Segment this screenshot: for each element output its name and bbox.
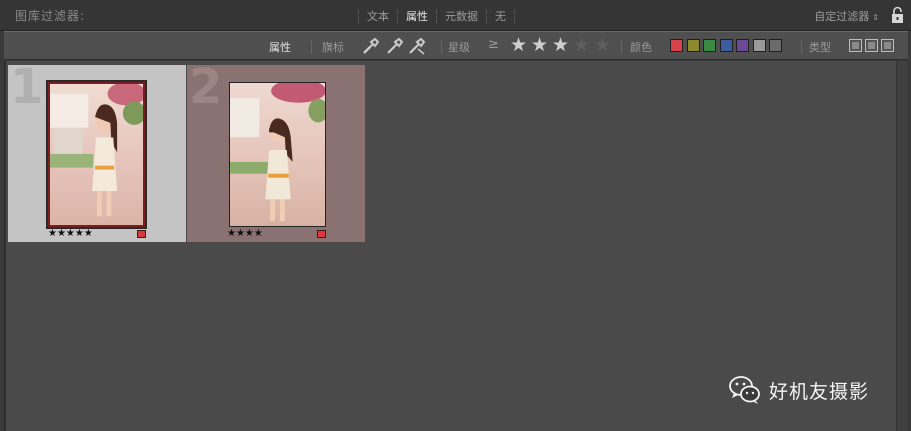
color-swatch-3[interactable]	[703, 39, 716, 52]
divider	[801, 40, 802, 53]
color-swatch-5[interactable]	[736, 39, 749, 52]
photo-thumbnail[interactable]	[48, 82, 145, 227]
flag-label: 旗标	[322, 41, 344, 54]
photo-image	[50, 84, 143, 225]
tab-metadata[interactable]: 元数据	[445, 8, 478, 24]
color-swatch-4[interactable]	[719, 39, 733, 52]
tab-divider	[436, 9, 437, 23]
type-label: 类型	[809, 41, 831, 54]
type-video-icon[interactable]	[881, 39, 894, 52]
watermark-text: 好机友摄影	[769, 380, 870, 403]
wechat-icon	[729, 376, 760, 404]
color-label: 颜色	[630, 41, 652, 54]
grid-cell[interactable]: 1 ★★★★★	[8, 59, 186, 242]
rating-star-4[interactable]: ★	[573, 34, 590, 56]
type-virtual-copy-icon[interactable]	[865, 39, 878, 52]
cell-index: 2	[189, 59, 223, 115]
grid-scrollbar[interactable]	[896, 61, 907, 431]
tab-none[interactable]: 无	[495, 8, 506, 24]
photo-color-label[interactable]	[137, 230, 146, 238]
rating-star-3[interactable]: ★	[552, 34, 569, 56]
photo-color-label[interactable]	[317, 230, 326, 238]
tab-divider	[486, 9, 487, 23]
photo-rating-stars[interactable]: ★★★★	[227, 228, 263, 239]
divider	[621, 40, 622, 53]
tab-attribute[interactable]: 属性	[406, 8, 428, 24]
watermark: 好机友摄影	[729, 375, 869, 405]
color-swatch-7[interactable]	[769, 39, 782, 52]
rating-label: 星级	[448, 41, 470, 54]
divider	[441, 40, 442, 53]
color-swatch-2[interactable]	[686, 39, 700, 52]
color-swatch-6[interactable]	[752, 39, 766, 52]
attribute-filter-bar: 属性 旗标 星级 ≥ ★ ★ ★ ★ ★ 颜色 类型	[4, 31, 908, 60]
flag-unflagged-icon[interactable]	[385, 36, 405, 56]
rating-star-5[interactable]: ★	[594, 34, 611, 56]
photo-rating-stars[interactable]: ★★★★★	[48, 228, 93, 239]
photo-image	[230, 83, 325, 226]
type-master-icon[interactable]	[849, 39, 862, 52]
filter-preset-select[interactable]: 自定过滤器 ⇕	[814, 8, 879, 24]
cell-index: 1	[10, 59, 44, 115]
photo-thumbnail[interactable]	[229, 82, 326, 227]
color-swatch-1[interactable]	[670, 39, 683, 52]
lock-open-icon[interactable]	[890, 6, 905, 24]
rating-star-1[interactable]: ★	[510, 34, 527, 56]
rating-star-2[interactable]: ★	[531, 34, 548, 56]
divider	[311, 40, 312, 53]
library-filter-title: 图库过滤器:	[15, 9, 86, 23]
flag-rejected-icon[interactable]	[407, 36, 427, 56]
filter-tabs: 文本 属性 元数据 无	[350, 8, 523, 24]
attribute-label: 属性	[269, 41, 291, 54]
tab-divider	[514, 9, 515, 23]
tab-text[interactable]: 文本	[367, 8, 389, 24]
rating-operator[interactable]: ≥	[488, 37, 499, 52]
flag-picked-icon[interactable]	[361, 36, 381, 56]
library-filter-bar: 图库过滤器: 文本 属性 元数据 无 自定过滤器 ⇕	[0, 0, 911, 31]
tab-divider	[397, 9, 398, 23]
grid-cell[interactable]: 2 ★★★★	[187, 59, 365, 242]
tab-divider	[358, 9, 359, 23]
filter-preset-label: 自定过滤器	[814, 10, 870, 23]
preset-arrows-icon: ⇕	[872, 13, 879, 22]
